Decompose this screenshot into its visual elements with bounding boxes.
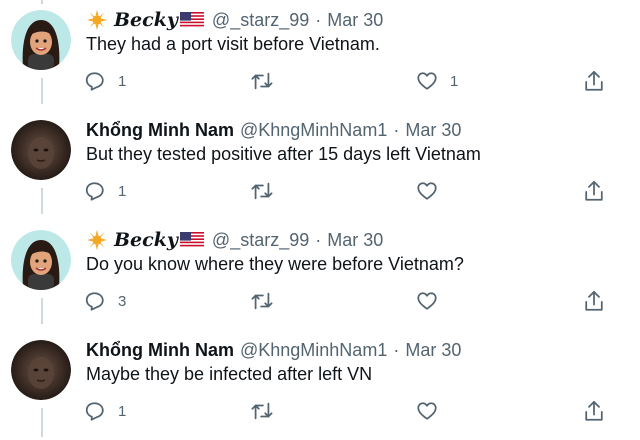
share-icon xyxy=(585,180,603,201)
retweet-icon xyxy=(251,72,273,90)
retweet-icon xyxy=(251,292,273,310)
tweet-text: Do you know where they were before Vietn… xyxy=(86,254,464,274)
heart-icon xyxy=(417,182,437,200)
separator-dot: · xyxy=(393,339,400,360)
share-button[interactable] xyxy=(583,286,605,316)
avatar[interactable] xyxy=(11,10,71,70)
separator-dot: · xyxy=(315,9,322,30)
us-flag-icon xyxy=(179,12,204,28)
display-name[interactable]: Becky xyxy=(114,9,178,31)
tweet[interactable]: Khổng Minh Nam @KhngMinhNam1 · Mar 30 Ma… xyxy=(0,330,640,440)
heart-icon xyxy=(417,72,437,90)
retweet-button[interactable] xyxy=(250,66,274,96)
us-flag-icon xyxy=(179,232,204,248)
star-icon xyxy=(86,9,108,31)
tweet-date[interactable]: Mar 30 xyxy=(327,10,383,31)
tweet-date[interactable]: Mar 30 xyxy=(327,230,383,251)
like-button[interactable] xyxy=(416,176,438,206)
tweet-actions: 1 1 xyxy=(0,66,640,96)
separator-dot: · xyxy=(393,119,400,140)
retweet-icon xyxy=(251,182,273,200)
reply-count: 3 xyxy=(118,292,127,310)
reply-icon xyxy=(85,72,104,91)
display-name[interactable]: Khổng Minh Nam xyxy=(86,340,234,361)
star-icon xyxy=(86,229,108,251)
reply-count: 1 xyxy=(118,402,127,420)
reply-count: 1 xyxy=(118,72,127,90)
tweet-header: Khổng Minh Nam @KhngMinhNam1 · Mar 30 xyxy=(86,116,461,144)
retweet-button[interactable] xyxy=(250,176,274,206)
share-icon xyxy=(585,70,603,91)
tweet-header: Khổng Minh Nam @KhngMinhNam1 · Mar 30 xyxy=(86,336,461,364)
separator-dot: · xyxy=(315,229,322,250)
like-count: 1 xyxy=(450,72,459,90)
tweet-text: Maybe they be infected after left VN xyxy=(86,364,373,384)
user-handle[interactable]: @_starz_99 xyxy=(212,230,309,251)
share-button[interactable] xyxy=(583,396,605,426)
reply-button[interactable]: 1 xyxy=(84,396,126,426)
user-handle[interactable]: @_starz_99 xyxy=(212,10,309,31)
tweet-date[interactable]: Mar 30 xyxy=(405,340,461,361)
share-button[interactable] xyxy=(583,66,605,96)
becky-avatar-image xyxy=(11,230,71,290)
reply-button[interactable]: 3 xyxy=(84,286,126,316)
tweet-actions: 1 xyxy=(0,176,640,206)
tweet-text: But they tested positive after 15 days l… xyxy=(86,144,481,164)
reply-button[interactable]: 1 xyxy=(84,176,126,206)
retweet-button[interactable] xyxy=(250,396,274,426)
user-handle[interactable]: @KhngMinhNam1 xyxy=(240,340,387,361)
becky-avatar-image xyxy=(11,10,71,70)
nam-avatar-image xyxy=(11,340,71,400)
like-button[interactable] xyxy=(416,396,438,426)
retweet-button[interactable] xyxy=(250,286,274,316)
tweet-date[interactable]: Mar 30 xyxy=(405,120,461,141)
retweet-icon xyxy=(251,402,273,420)
reply-button[interactable]: 1 xyxy=(84,66,126,96)
share-icon xyxy=(585,400,603,421)
reply-icon xyxy=(85,182,104,201)
heart-icon xyxy=(417,402,437,420)
user-handle[interactable]: @KhngMinhNam1 xyxy=(240,120,387,141)
nam-avatar-image xyxy=(11,120,71,180)
heart-icon xyxy=(417,292,437,310)
tweet-text: They had a port visit before Vietnam. xyxy=(86,34,380,54)
avatar[interactable] xyxy=(11,230,71,290)
avatar[interactable] xyxy=(11,340,71,400)
tweet[interactable]: Khổng Minh Nam @KhngMinhNam1 · Mar 30 Bu… xyxy=(0,110,640,220)
tweet-header: Becky @_starz_99 · Mar 30 xyxy=(86,6,383,34)
tweet-actions: 1 xyxy=(0,396,640,426)
tweet-actions: 3 xyxy=(0,286,640,316)
reply-count: 1 xyxy=(118,182,127,200)
share-icon xyxy=(585,290,603,311)
tweet[interactable]: Becky @_starz_99 · Mar 30 Do you know wh… xyxy=(0,220,640,330)
reply-icon xyxy=(85,402,104,421)
like-button[interactable] xyxy=(416,286,438,316)
tweet[interactable]: Becky @_starz_99 · Mar 30 They had a por… xyxy=(0,0,640,110)
tweet-header: Becky @_starz_99 · Mar 30 xyxy=(86,226,383,254)
avatar[interactable] xyxy=(11,120,71,180)
like-button[interactable]: 1 xyxy=(416,66,458,96)
reply-thread: Becky @_starz_99 · Mar 30 They had a por… xyxy=(0,0,640,437)
display-name[interactable]: Khổng Minh Nam xyxy=(86,120,234,141)
share-button[interactable] xyxy=(583,176,605,206)
reply-icon xyxy=(85,292,104,311)
display-name[interactable]: Becky xyxy=(114,229,178,251)
